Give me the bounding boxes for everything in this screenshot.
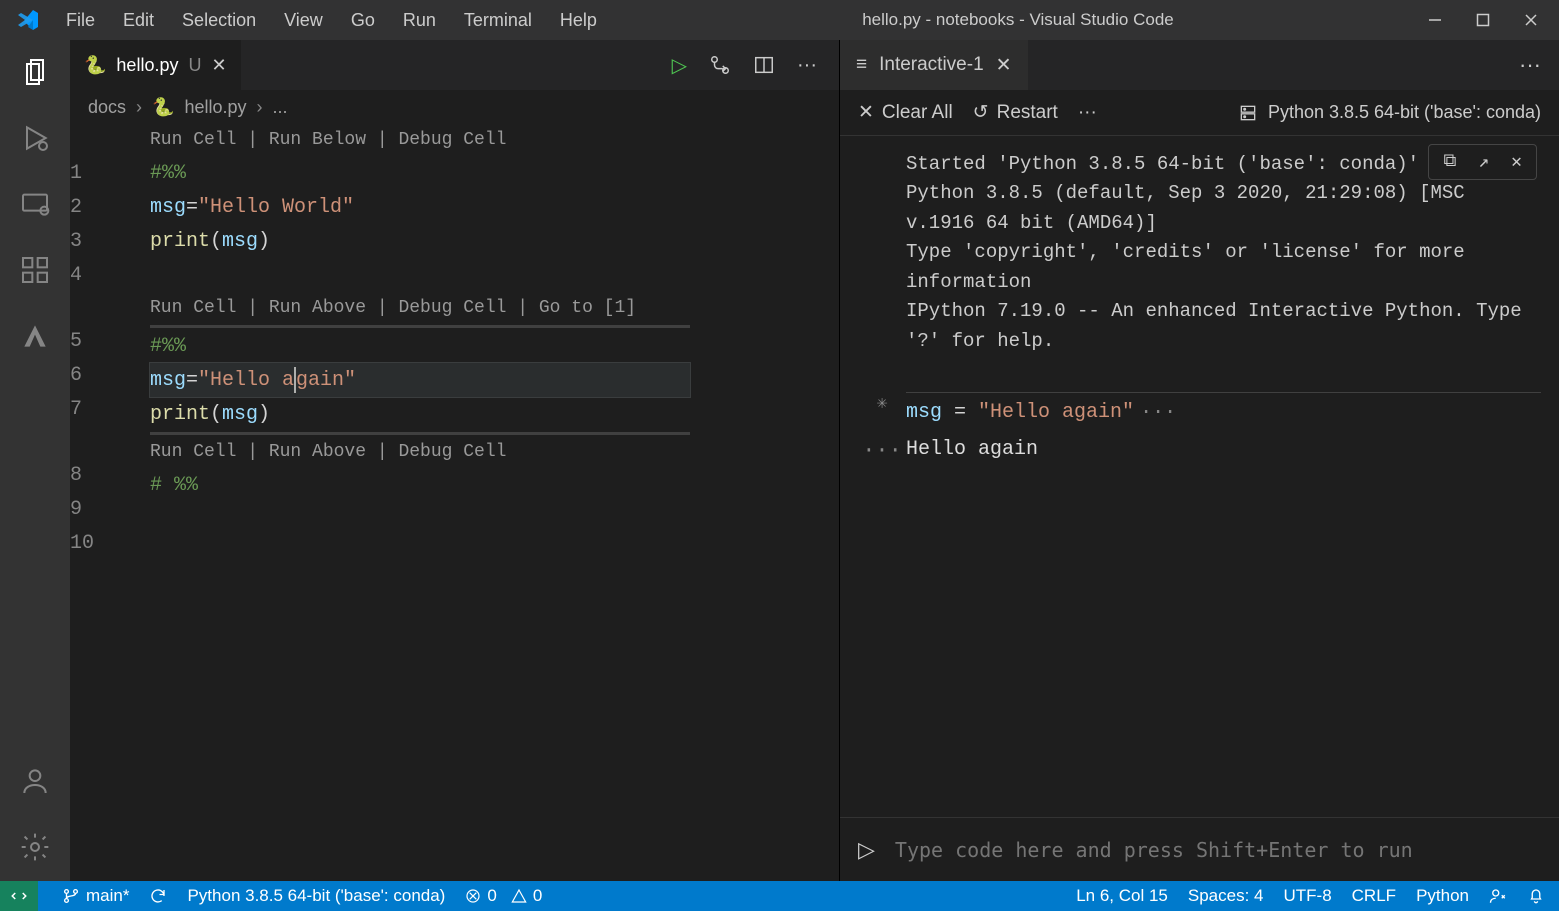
codelens-cell3[interactable]: Run Cell | Run Above | Debug Cell bbox=[150, 436, 839, 468]
clear-all-button[interactable]: ✕Clear All bbox=[858, 101, 953, 124]
explorer-icon[interactable] bbox=[17, 54, 53, 90]
status-interpreter[interactable]: Python 3.8.5 64-bit ('base': conda) bbox=[187, 886, 445, 906]
close-button[interactable] bbox=[1521, 10, 1541, 30]
copy-icon[interactable]: ⧉ bbox=[1443, 151, 1456, 173]
status-problems[interactable]: 0 0 bbox=[465, 886, 542, 906]
menu-go[interactable]: Go bbox=[337, 4, 389, 37]
cell-divider bbox=[150, 432, 690, 435]
executed-cell-source[interactable]: msg = "Hello again"··· bbox=[906, 392, 1541, 424]
title-bar: File Edit Selection View Go Run Terminal… bbox=[0, 0, 1559, 40]
restart-icon: ↺ bbox=[973, 101, 989, 124]
line-number: 6 bbox=[70, 358, 130, 392]
codelens-cell2[interactable]: Run Cell | Run Above | Debug Cell | Go t… bbox=[150, 292, 839, 324]
compare-changes-icon[interactable] bbox=[709, 54, 731, 76]
menu-help[interactable]: Help bbox=[546, 4, 611, 37]
jupyter-icon[interactable] bbox=[17, 318, 53, 354]
line-number: 1 bbox=[70, 156, 130, 190]
menu-view[interactable]: View bbox=[270, 4, 337, 37]
line-number: 7 bbox=[70, 392, 130, 426]
breadcrumbs[interactable]: docs › 🐍 hello.py › ... bbox=[70, 90, 839, 124]
status-language[interactable]: Python bbox=[1416, 886, 1469, 906]
python-file-icon: 🐍 bbox=[84, 55, 106, 76]
minimize-button[interactable] bbox=[1425, 10, 1445, 30]
settings-gear-icon[interactable] bbox=[17, 829, 53, 865]
interactive-panel: ≡ Interactive-1 ✕ ··· ✕Clear All ↺Restar… bbox=[839, 40, 1559, 881]
line-number: 2 bbox=[70, 190, 130, 224]
run-debug-icon[interactable] bbox=[17, 120, 53, 156]
goto-icon[interactable]: ↗ bbox=[1478, 151, 1489, 173]
tab-modified-indicator: U bbox=[188, 55, 201, 76]
more-actions-icon[interactable]: ··· bbox=[797, 54, 817, 77]
window-title: hello.py - notebooks - Visual Studio Cod… bbox=[611, 10, 1425, 30]
git-branch[interactable]: main* bbox=[62, 886, 129, 906]
cell-output-actions: ⧉ ↗ ✕ bbox=[1428, 144, 1537, 180]
line-number: 4 bbox=[70, 258, 130, 292]
server-icon bbox=[1238, 103, 1258, 123]
sync-button[interactable] bbox=[149, 887, 167, 905]
editor-group: 🐍 hello.py U ✕ ▷ ··· docs › 🐍 hello.py ›… bbox=[70, 40, 839, 881]
notifications-icon[interactable] bbox=[1527, 887, 1545, 905]
maximize-button[interactable] bbox=[1473, 10, 1493, 30]
more-actions-icon[interactable]: ··· bbox=[1519, 52, 1541, 78]
menu-edit[interactable]: Edit bbox=[109, 4, 168, 37]
tab-interactive[interactable]: ≡ Interactive-1 ✕ bbox=[840, 40, 1028, 90]
line-number: 10 bbox=[70, 526, 130, 560]
line-number: 5 bbox=[70, 324, 130, 358]
line-number: 8 bbox=[70, 458, 130, 492]
status-bar: main* Python 3.8.5 64-bit ('base': conda… bbox=[0, 881, 1559, 911]
kernel-picker[interactable]: Python 3.8.5 64-bit ('base': conda) bbox=[1238, 102, 1541, 123]
menu-selection[interactable]: Selection bbox=[168, 4, 270, 37]
status-indent[interactable]: Spaces: 4 bbox=[1188, 886, 1264, 906]
editor-tabs: 🐍 hello.py U ✕ ▷ ··· bbox=[70, 40, 839, 90]
code-editor[interactable]: 1 2 3 4 5 6 7 8 9 10 Run Cell | Run Belo… bbox=[70, 124, 839, 881]
execute-input-icon[interactable]: ▷ bbox=[858, 837, 875, 863]
output-indicator-icon: ··· bbox=[858, 438, 906, 463]
breadcrumb-folder[interactable]: docs bbox=[88, 97, 126, 118]
tab-hello-py[interactable]: 🐍 hello.py U ✕ bbox=[70, 40, 241, 90]
status-encoding[interactable]: UTF-8 bbox=[1283, 886, 1331, 906]
tab-close-icon[interactable]: ✕ bbox=[211, 55, 226, 76]
codelens-cell1[interactable]: Run Cell | Run Below | Debug Cell bbox=[150, 124, 839, 156]
python-file-icon: 🐍 bbox=[152, 97, 174, 118]
cell-divider bbox=[150, 325, 690, 328]
accounts-icon[interactable] bbox=[17, 763, 53, 799]
menu-terminal[interactable]: Terminal bbox=[450, 4, 546, 37]
feedback-icon[interactable] bbox=[1489, 887, 1507, 905]
collapse-cell-icon[interactable]: ✳ bbox=[858, 392, 906, 424]
status-cursor-position[interactable]: Ln 6, Col 15 bbox=[1076, 886, 1168, 906]
vscode-logo-icon bbox=[16, 8, 40, 32]
restart-button[interactable]: ↺Restart bbox=[973, 101, 1058, 124]
cell-output: Hello again bbox=[906, 438, 1541, 463]
interactive-tab-label: Interactive-1 bbox=[879, 54, 984, 76]
more-actions-icon[interactable]: ··· bbox=[1078, 102, 1097, 124]
remote-explorer-icon[interactable] bbox=[17, 186, 53, 222]
menu-run[interactable]: Run bbox=[389, 4, 450, 37]
breadcrumb-file[interactable]: hello.py bbox=[184, 97, 246, 118]
interactive-input[interactable] bbox=[895, 838, 1541, 862]
close-icon: ✕ bbox=[858, 101, 874, 124]
tab-close-icon[interactable]: ✕ bbox=[996, 54, 1012, 77]
extensions-icon[interactable] bbox=[17, 252, 53, 288]
tab-filename: hello.py bbox=[116, 55, 178, 76]
breadcrumb-more[interactable]: ... bbox=[273, 97, 288, 118]
menu-file[interactable]: File bbox=[52, 4, 109, 37]
line-number: 3 bbox=[70, 224, 130, 258]
close-icon[interactable]: ✕ bbox=[1511, 151, 1522, 173]
status-eol[interactable]: CRLF bbox=[1352, 886, 1396, 906]
remote-indicator[interactable] bbox=[0, 881, 38, 911]
activity-bar bbox=[0, 40, 70, 881]
split-editor-icon[interactable] bbox=[753, 54, 775, 76]
run-file-icon[interactable]: ▷ bbox=[672, 53, 687, 78]
kernel-startup-message: Started 'Python 3.8.5 64-bit ('base': co… bbox=[906, 150, 1531, 356]
interactive-tab-icon: ≡ bbox=[856, 54, 867, 76]
line-number: 9 bbox=[70, 492, 130, 526]
